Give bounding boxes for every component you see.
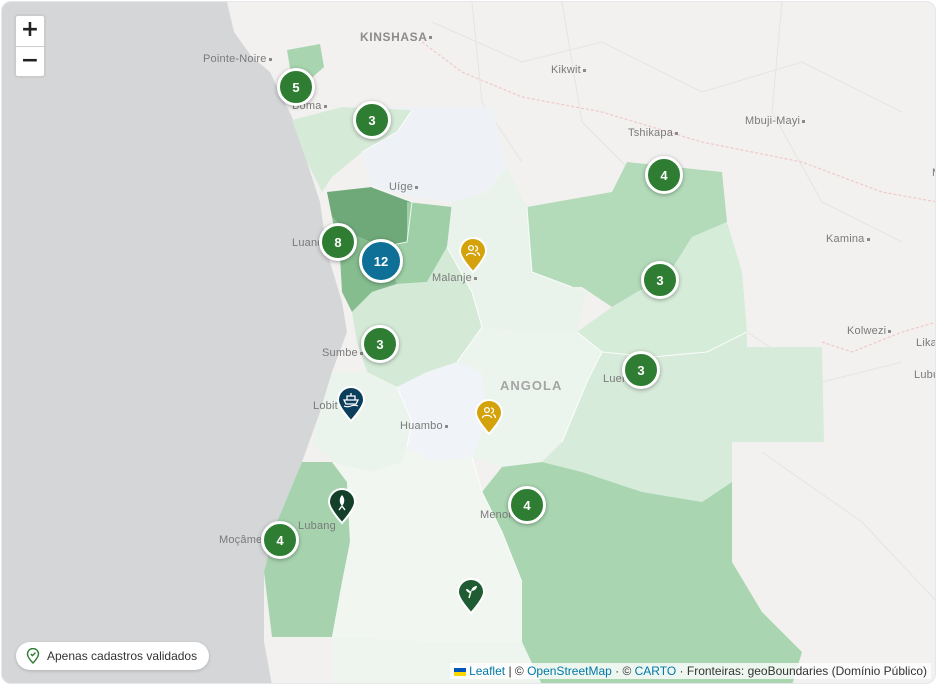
cluster-marker[interactable]: 3 — [622, 351, 660, 389]
city-label-likasi: Lika — [916, 337, 936, 349]
map-container[interactable]: KINSHASA Pointe-Noire Kikwit Boma Tshika… — [1, 1, 936, 684]
fish-pin[interactable] — [327, 487, 357, 525]
city-label-mocamedes: Moçâme — [219, 534, 263, 546]
city-label-kamina: Kamina — [826, 233, 870, 245]
boat-icon — [336, 386, 366, 423]
zoom-out-button[interactable]: − — [16, 46, 44, 76]
cluster-marker[interactable]: 4 — [508, 486, 546, 524]
cluster-marker[interactable]: 3 — [361, 325, 399, 363]
community-pin[interactable] — [458, 236, 488, 274]
city-label-sumbe: Sumbe — [322, 347, 363, 359]
zoom-control: + − — [14, 14, 46, 78]
city-label-tshikapa: Tshikapa — [628, 127, 679, 139]
validated-filter-toggle[interactable]: Apenas cadastros validados — [16, 642, 210, 670]
leaflet-link[interactable]: Leaflet — [469, 664, 505, 678]
users-icon — [458, 237, 488, 274]
city-label-kolwezi: Kolwezi — [847, 325, 892, 337]
boat-pin[interactable] — [336, 385, 366, 423]
zoom-in-button[interactable]: + — [16, 16, 44, 46]
city-label-mbuji-mayi: Mbuji-Mayi — [745, 115, 806, 127]
cluster-marker[interactable]: 5 — [277, 68, 315, 106]
users-icon — [474, 399, 504, 436]
city-label-kikwit: Kikwit — [551, 64, 586, 76]
validated-filter-label: Apenas cadastros validados — [47, 649, 198, 663]
agriculture-pin[interactable] — [456, 577, 486, 615]
carto-link[interactable]: CARTO — [635, 664, 677, 678]
map-pin-check-icon — [26, 648, 40, 664]
fish-icon — [327, 488, 357, 525]
city-label-edge: M — [932, 167, 935, 179]
cluster-marker[interactable]: 4 — [645, 156, 683, 194]
city-label-lubumbashi: Lubu — [914, 369, 935, 381]
city-label-kinshasa: KINSHASA — [360, 30, 433, 44]
cluster-marker[interactable]: 3 — [641, 261, 679, 299]
city-label-pointe-noire: Pointe-Noire — [203, 53, 272, 65]
country-label-angola: ANGOLA — [500, 378, 563, 393]
map-attribution: Leaflet | © OpenStreetMap · © CARTO · Fr… — [450, 663, 931, 679]
city-label-uige: Uíge — [389, 181, 419, 193]
sprout-icon — [456, 578, 486, 615]
community-pin[interactable] — [474, 398, 504, 436]
ukraine-flag-icon — [454, 667, 467, 676]
openstreetmap-link[interactable]: OpenStreetMap — [527, 664, 612, 678]
cluster-marker-large[interactable]: 12 — [359, 239, 403, 283]
city-label-lobito: Lobit — [313, 400, 338, 412]
cluster-marker[interactable]: 8 — [319, 223, 357, 261]
cluster-marker[interactable]: 4 — [261, 521, 299, 559]
cluster-marker[interactable]: 3 — [353, 101, 391, 139]
city-label-huambo: Huambo — [400, 420, 448, 432]
